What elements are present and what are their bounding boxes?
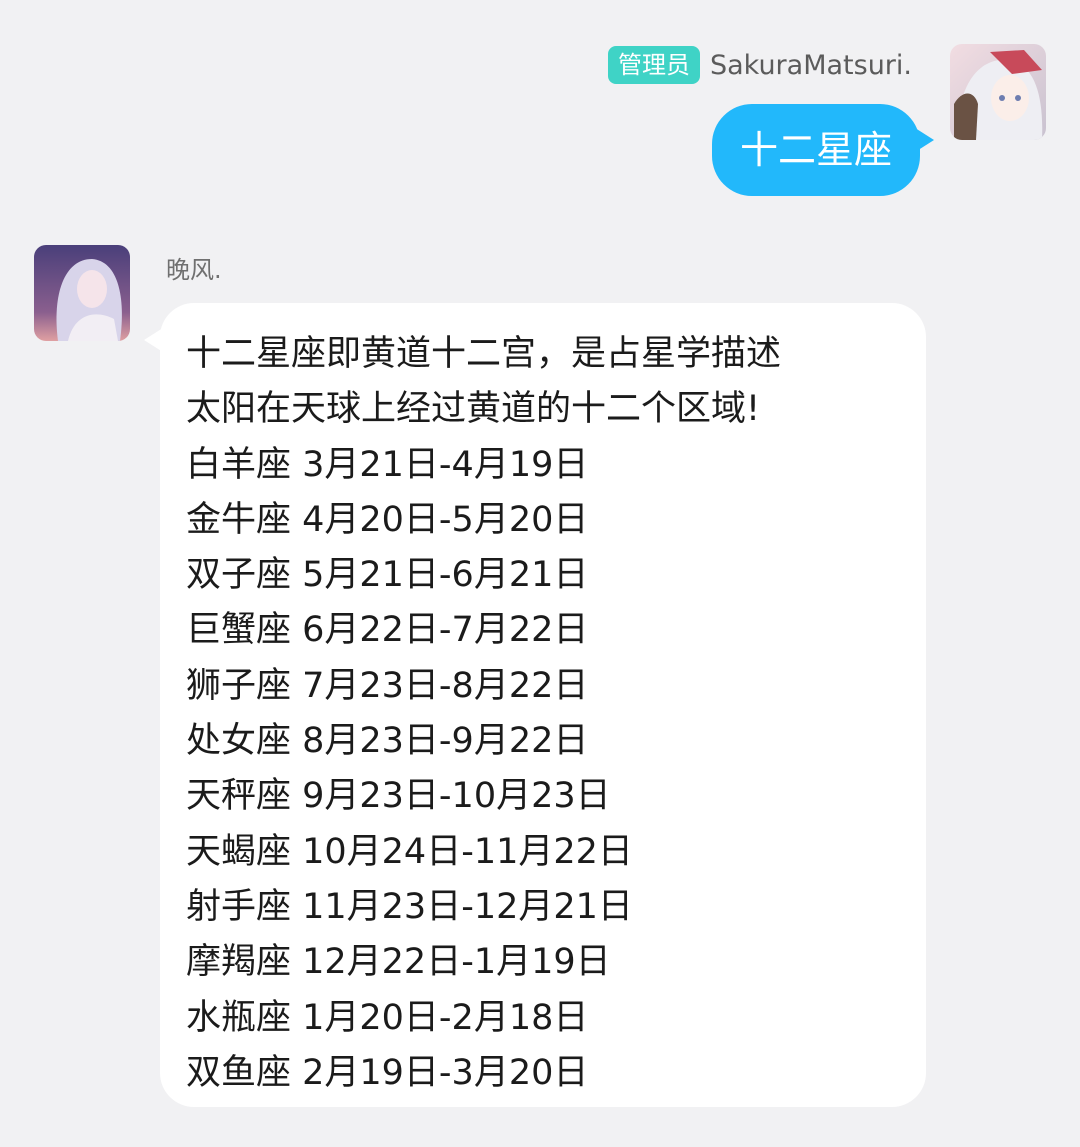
message-line: 白羊座 3月21日-4月19日	[186, 444, 589, 485]
outgoing-sender-row: 管理员 SakuraMatsuri.	[607, 46, 912, 84]
message-line: 太阳在天球上经过黄道的十二个区域!	[186, 389, 761, 430]
message-line: 巨蟹座 6月22日-7月22日	[186, 610, 589, 651]
incoming-message-bubble[interactable]: 十二星座即黄道十二宫，是占星学描述 太阳在天球上经过黄道的十二个区域! 白羊座 …	[160, 303, 926, 1107]
message-line: 处女座 8月23日-9月22日	[186, 721, 589, 762]
outgoing-bubble-tail	[912, 126, 934, 154]
incoming-sender-name[interactable]: 晚风.	[166, 250, 222, 285]
incoming-bubble-tail	[144, 326, 166, 354]
message-line: 狮子座 7月23日-8月22日	[186, 665, 589, 706]
message-line: 天蝎座 10月24日-11月22日	[186, 831, 633, 872]
message-line: 天秤座 9月23日-10月23日	[186, 776, 611, 817]
message-line: 双鱼座 2月19日-3月20日	[186, 1052, 589, 1093]
incoming-avatar[interactable]	[34, 245, 130, 341]
outgoing-sender-name[interactable]: SakuraMatsuri.	[710, 50, 912, 81]
message-line: 双子座 5月21日-6月21日	[186, 555, 589, 596]
outgoing-message-bubble[interactable]: 十二星座	[711, 104, 920, 196]
admin-role-badge: 管理员	[607, 46, 700, 84]
anime-avatar-icon	[34, 245, 130, 341]
anime-avatar-icon	[950, 44, 1046, 140]
message-line: 水瓶座 1月20日-2月18日	[186, 997, 589, 1038]
message-line: 摩羯座 12月22日-1月19日	[186, 942, 611, 983]
message-line: 金牛座 4月20日-5月20日	[186, 499, 589, 540]
message-line: 十二星座即黄道十二宫，是占星学描述	[186, 334, 782, 374]
message-line: 射手座 11月23日-12月21日	[186, 886, 633, 927]
outgoing-avatar[interactable]	[950, 44, 1046, 140]
